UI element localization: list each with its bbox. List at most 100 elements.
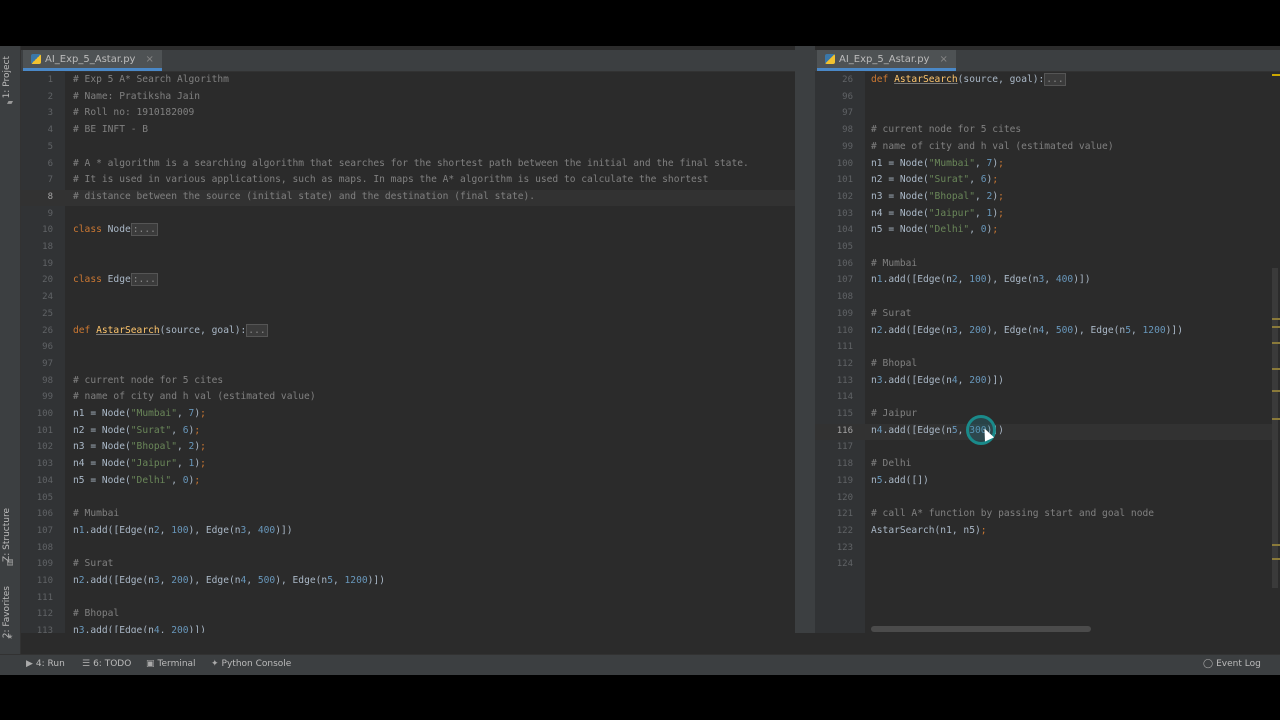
number-literal: 1200	[1142, 324, 1166, 336]
line-number: 110	[36, 576, 53, 586]
warning-mark[interactable]	[1272, 342, 1280, 344]
warning-mark[interactable]	[1272, 326, 1280, 328]
code-token: ,	[957, 274, 970, 286]
terminal-icon: ▣	[146, 659, 155, 669]
line-number: 96	[42, 342, 53, 353]
code-token: )])	[1073, 274, 1091, 286]
line-number: 117	[836, 442, 853, 453]
warning-mark[interactable]	[1272, 418, 1280, 420]
code-line[interactable]: # Delhi	[871, 458, 911, 469]
python-console-tool-button[interactable]: ✦ Python Console	[211, 659, 291, 669]
right-scrollbar-thumb[interactable]	[1272, 268, 1278, 588]
semicolon: ;	[194, 424, 201, 436]
code-line[interactable]: n4 = Node("Jaipur", 1);	[73, 458, 206, 469]
line-number: 98	[842, 125, 853, 136]
code-token: .add([Edge(n	[882, 324, 952, 336]
code-line[interactable]: class Node:...	[73, 223, 158, 237]
right-horizontal-scrollbar[interactable]	[871, 626, 1091, 632]
code-line[interactable]: n5.add([])	[871, 475, 929, 486]
line-number: 105	[36, 492, 53, 503]
code-line[interactable]: n1.add([Edge(n2, 100), Edge(n3, 400)])	[871, 274, 1091, 285]
warning-mark[interactable]	[1272, 544, 1280, 546]
code-line[interactable]: n3 = Node("Bhopal", 2);	[73, 441, 206, 452]
warning-mark[interactable]	[1272, 318, 1280, 320]
code-line[interactable]: # It is used in various applications, su…	[73, 174, 708, 185]
warning-mark[interactable]	[1272, 558, 1280, 560]
code-token: )])	[986, 374, 1004, 386]
code-line[interactable]: # distance between the source (initial s…	[73, 191, 535, 202]
structure-tool-tab[interactable]: Z: Structure	[2, 508, 12, 562]
code-line[interactable]: AstarSearch(n1, n5);	[871, 525, 987, 536]
function-args: (source, goal):	[957, 74, 1045, 85]
code-token: n2 = Node(	[73, 424, 131, 436]
code-line[interactable]: n1.add([Edge(n2, 100), Edge(n3, 400)])	[73, 525, 293, 536]
code-token: ), Edge(n	[1073, 324, 1126, 336]
line-number: 116	[836, 425, 853, 436]
function-name: AstarSearch	[96, 324, 160, 336]
left-editor-pane: AI_Exp_5_Astar.py × 1 # Exp 5 A* Search A…	[21, 46, 815, 633]
code-line[interactable]: n1 = Node("Mumbai", 7);	[871, 158, 1004, 169]
code-line[interactable]: n2 = Node("Surat", 6);	[73, 425, 200, 436]
warning-mark[interactable]	[1272, 368, 1280, 370]
warning-mark[interactable]	[1272, 74, 1280, 76]
code-line[interactable]: # Mumbai	[871, 258, 917, 269]
line-number: 103	[836, 208, 853, 219]
code-line[interactable]: # current node for 5 cites	[871, 124, 1021, 135]
code-line[interactable]: n5 = Node("Delhi", 0);	[871, 224, 998, 235]
code-token: ,	[969, 224, 981, 236]
event-log-label: Event Log	[1216, 659, 1261, 669]
terminal-tool-button[interactable]: ▣ Terminal	[146, 659, 196, 669]
code-line[interactable]: n3 = Node("Bhopal", 2);	[871, 191, 1004, 202]
code-line[interactable]: # A * algorithm is a searching algorithm…	[73, 158, 749, 169]
code-line[interactable]: def AstarSearch(source, goal):...	[73, 323, 268, 337]
code-line[interactable]: # current node for 5 cites	[73, 375, 223, 386]
line-number: 108	[36, 542, 53, 553]
code-line[interactable]: # Surat	[871, 308, 911, 319]
code-line[interactable]: n3.add([Edge(n4, 200)])	[73, 625, 206, 633]
code-token: ,	[957, 374, 970, 386]
ide-window: 1: Project ▰ Z: Structure ▤ 2: Favorites…	[0, 46, 1280, 675]
left-code-area[interactable]: 1 # Exp 5 A* Search Algorithm 2 # Name: Pra…	[21, 72, 795, 633]
line-number: 118	[836, 459, 853, 470]
close-icon[interactable]: ×	[145, 54, 153, 65]
code-line[interactable]: # Bhopal	[73, 608, 119, 619]
event-log-button[interactable]: ◯ Event Log	[1203, 659, 1261, 669]
code-line[interactable]: n5 = Node("Delhi", 0);	[73, 475, 200, 486]
code-line[interactable]: # BE INFT - B	[73, 124, 148, 135]
right-error-stripe[interactable]	[1272, 72, 1280, 633]
code-line[interactable]: # Mumbai	[73, 508, 119, 519]
code-token: n1 = Node(	[871, 157, 929, 169]
code-line[interactable]: class Edge:...	[73, 273, 158, 287]
code-line[interactable]: # name of city and h val (estimated valu…	[871, 141, 1114, 152]
right-file-tab[interactable]: AI_Exp_5_Astar.py ×	[817, 50, 956, 71]
code-line[interactable]: n4 = Node("Jaipur", 1);	[871, 208, 1004, 219]
warning-mark[interactable]	[1272, 390, 1280, 392]
code-line[interactable]: # Roll no: 1910182009	[73, 107, 194, 118]
todo-tool-button[interactable]: ☰ 6: TODO	[82, 659, 131, 669]
line-number: 3	[47, 108, 53, 119]
number-literal: 500	[257, 575, 276, 586]
code-line[interactable]: n3.add([Edge(n4, 200)])	[871, 375, 1004, 386]
code-line[interactable]: n2.add([Edge(n3, 200), Edge(n4, 500), Ed…	[871, 325, 1183, 336]
code-line[interactable]: # call A* function by passing start and …	[871, 508, 1154, 519]
left-file-tab[interactable]: AI_Exp_5_Astar.py ×	[23, 50, 162, 71]
number-literal: 100	[171, 524, 189, 536]
close-icon[interactable]: ×	[939, 54, 947, 65]
code-line[interactable]: # Exp 5 A* Search Algorithm	[73, 74, 229, 85]
code-line[interactable]: # Name: Pratiksha Jain	[73, 91, 200, 102]
folded-region: ...	[246, 323, 268, 337]
todo-label: 6: TODO	[93, 659, 132, 669]
run-tool-button[interactable]: ▶ 4: Run	[26, 659, 65, 669]
code-line[interactable]: # Jaipur	[871, 408, 917, 419]
code-line[interactable]: n2 = Node("Surat", 6);	[871, 174, 998, 185]
code-line[interactable]: n1 = Node("Mumbai", 7);	[73, 408, 206, 419]
code-line[interactable]: def AstarSearch(source, goal):...	[871, 73, 1066, 86]
code-line[interactable]: n2.add([Edge(n3, 200), Edge(n4, 500), Ed…	[73, 575, 385, 586]
line-number: 115	[836, 409, 853, 419]
code-line[interactable]: # Surat	[73, 558, 113, 569]
code-line[interactable]: # Bhopal	[871, 358, 917, 369]
split-divider[interactable]	[795, 46, 815, 633]
code-line[interactable]: # name of city and h val (estimated valu…	[73, 391, 316, 402]
right-code-area[interactable]: 26 def AstarSearch(source, goal):... 96 97 9…	[815, 72, 1272, 633]
project-tool-tab[interactable]: 1: Project	[2, 56, 12, 98]
